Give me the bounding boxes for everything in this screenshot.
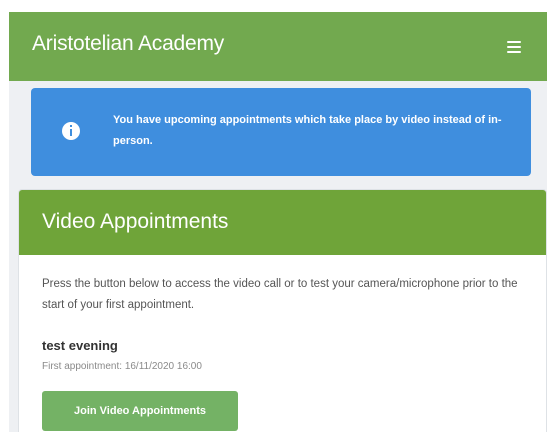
hamburger-menu-icon[interactable] xyxy=(505,38,525,56)
brand-title[interactable]: Aristotelian Academy xyxy=(32,32,224,56)
join-video-appointments-button[interactable]: Join Video Appointments xyxy=(42,391,238,431)
info-alert: You have upcoming appointments which tak… xyxy=(31,88,531,176)
app-frame: Aristotelian Academy You have upcoming a… xyxy=(9,12,547,432)
card-header: Video Appointments xyxy=(19,190,546,255)
alert-message: You have upcoming appointments which tak… xyxy=(113,114,502,147)
card-title: Video Appointments xyxy=(42,210,229,233)
navbar: Aristotelian Academy xyxy=(9,12,547,81)
first-appointment-time: First appointment: 16/11/2020 16:00 xyxy=(42,361,202,372)
appointment-name: test evening xyxy=(42,338,118,353)
info-icon xyxy=(62,122,80,140)
card-description: Press the button below to access the vid… xyxy=(42,278,518,311)
video-appointments-card: Video Appointments Press the button belo… xyxy=(18,189,547,432)
